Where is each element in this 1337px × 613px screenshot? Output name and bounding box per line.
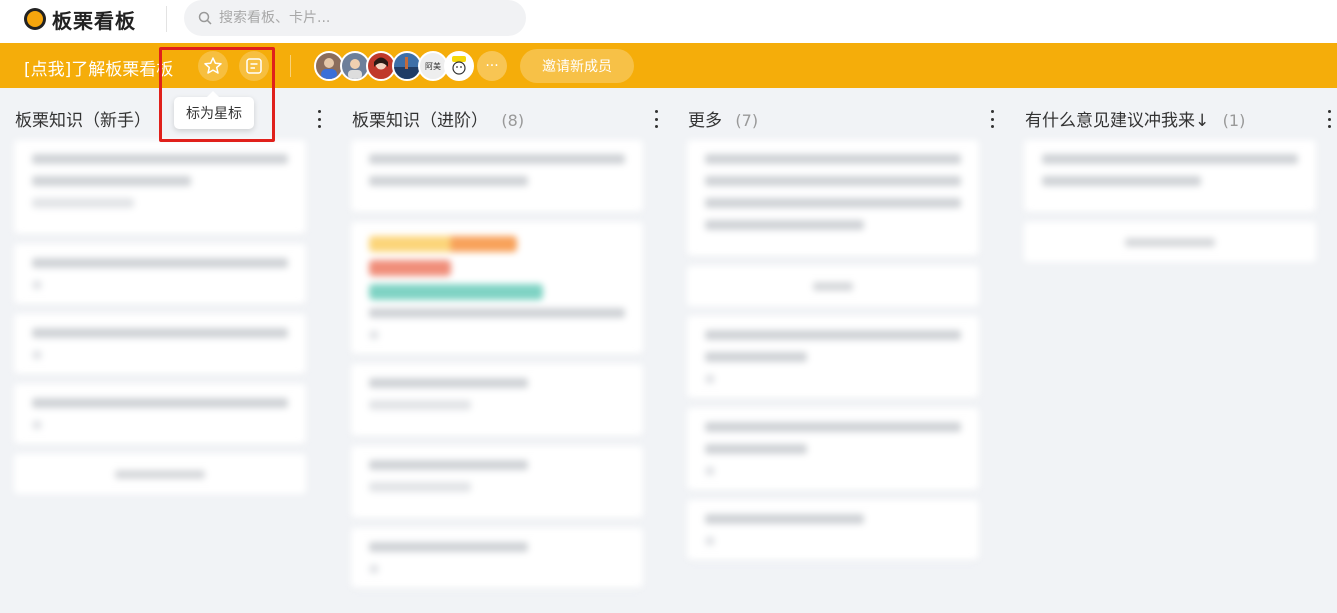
app-logo[interactable]: 板栗看板	[24, 5, 136, 33]
star-tooltip: 标为星标	[174, 91, 254, 129]
list-title: 板栗知识（新手）	[15, 111, 151, 131]
list-header[interactable]: 板栗知识（进阶） (8)	[352, 106, 662, 132]
card[interactable]	[14, 140, 306, 234]
star-button[interactable]	[198, 51, 228, 81]
board-title[interactable]: [点我]了解板栗看板	[24, 55, 173, 80]
card[interactable]	[351, 140, 643, 212]
card[interactable]	[351, 364, 643, 436]
board-menu-button[interactable]	[239, 51, 269, 81]
add-card-button[interactable]	[14, 454, 306, 494]
landscape-icon	[394, 57, 420, 79]
card[interactable]	[14, 314, 306, 374]
list-column: 板栗知识（进阶） (8)	[337, 88, 658, 613]
card[interactable]	[351, 446, 643, 518]
card[interactable]	[687, 140, 979, 256]
invite-member-button[interactable]: 邀请新成员	[520, 49, 634, 83]
divider-card	[687, 266, 979, 306]
avatar[interactable]	[444, 51, 474, 81]
list-count: (8)	[501, 111, 525, 130]
list-menu-icon[interactable]	[649, 110, 663, 128]
app-name: 板栗看板	[52, 8, 136, 33]
list-title: 有什么意见建议冲我来↓	[1025, 111, 1210, 131]
list-count: (1)	[1222, 111, 1246, 130]
logo-icon	[24, 8, 46, 30]
card[interactable]	[687, 500, 979, 560]
card[interactable]	[1024, 140, 1316, 212]
search-input[interactable]	[219, 10, 509, 26]
search-icon	[198, 11, 212, 25]
app-header: 板栗看板	[0, 0, 1337, 43]
card-list	[351, 140, 643, 598]
person-icon	[321, 58, 337, 79]
more-members-button[interactable]: ···	[477, 51, 507, 81]
card-list	[1024, 140, 1316, 262]
list-column: 有什么意见建议冲我来↓ (1)	[1010, 88, 1331, 613]
board-info-icon	[246, 58, 262, 74]
member-avatars: 阿美	[314, 51, 474, 81]
card-list	[687, 140, 979, 570]
add-card-button[interactable]	[1024, 222, 1316, 262]
card-list	[14, 140, 306, 494]
list-header[interactable]: 更多 (7)	[688, 106, 998, 132]
card[interactable]	[351, 222, 643, 354]
list-title: 更多	[688, 111, 722, 131]
face-icon	[452, 56, 466, 75]
person-icon	[348, 59, 362, 79]
person-icon	[374, 57, 388, 70]
list-column: 板栗知识（新手）	[0, 88, 321, 613]
card[interactable]	[687, 408, 979, 490]
card[interactable]	[351, 528, 643, 588]
list-menu-icon[interactable]	[1322, 110, 1336, 128]
header-divider	[166, 6, 167, 32]
list-menu-icon[interactable]	[312, 110, 326, 128]
list-header[interactable]: 板栗知识（新手）	[15, 106, 325, 132]
card[interactable]	[687, 316, 979, 398]
board-header: [点我]了解板栗看板 阿美 ··· 邀请新成员	[0, 43, 1337, 88]
board-divider	[290, 55, 291, 77]
list-column: 更多 (7)	[673, 88, 994, 613]
list-title: 板栗知识（进阶）	[352, 111, 488, 131]
list-header[interactable]: 有什么意见建议冲我来↓ (1)	[1025, 106, 1335, 132]
card[interactable]	[14, 384, 306, 444]
avatar-label: 阿美	[425, 61, 441, 71]
list-count: (7)	[735, 111, 759, 130]
star-icon	[204, 57, 222, 74]
search-box[interactable]	[184, 0, 526, 36]
list-menu-icon[interactable]	[985, 110, 999, 128]
card[interactable]	[14, 244, 306, 304]
